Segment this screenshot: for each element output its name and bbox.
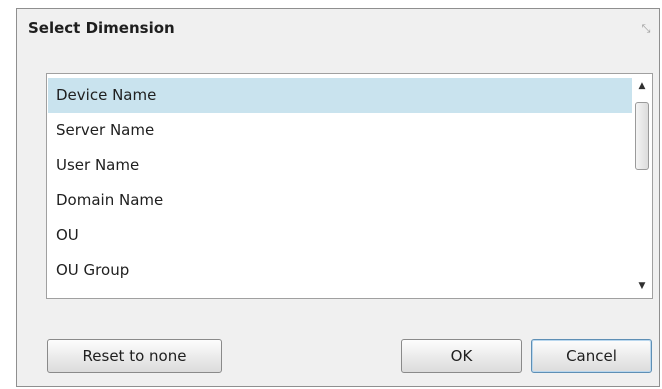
list-item-domain-name[interactable]: Domain Name [48, 183, 634, 218]
scroll-down-arrow-icon[interactable]: ▼ [632, 276, 652, 296]
scroll-up-arrow-icon[interactable]: ▲ [632, 76, 652, 96]
cancel-button[interactable]: Cancel [531, 339, 652, 373]
list-item-device-name[interactable]: Device Name [48, 78, 634, 113]
list-item-ou[interactable]: OU [48, 218, 634, 253]
list-item-server-name[interactable]: Server Name [48, 113, 634, 148]
list-item-ou-group[interactable]: OU Group [48, 253, 634, 288]
select-dimension-dialog: Select Dimension ⤡ Device Name Server Na… [16, 8, 660, 387]
title-bar: Select Dimension ⤡ [17, 9, 659, 45]
list-items: Device Name Server Name User Name Domain… [48, 78, 634, 288]
ok-button[interactable]: OK [401, 339, 522, 373]
vertical-scrollbar[interactable]: ▲ ▼ [632, 74, 652, 298]
dialog-title: Select Dimension [28, 19, 175, 37]
reset-to-none-button[interactable]: Reset to none [47, 339, 222, 373]
dimension-listbox[interactable]: Device Name Server Name User Name Domain… [46, 73, 653, 299]
list-item-user-name[interactable]: User Name [48, 148, 634, 183]
close-icon[interactable]: ⤡ [639, 21, 653, 35]
scrollbar-thumb[interactable] [635, 102, 649, 170]
